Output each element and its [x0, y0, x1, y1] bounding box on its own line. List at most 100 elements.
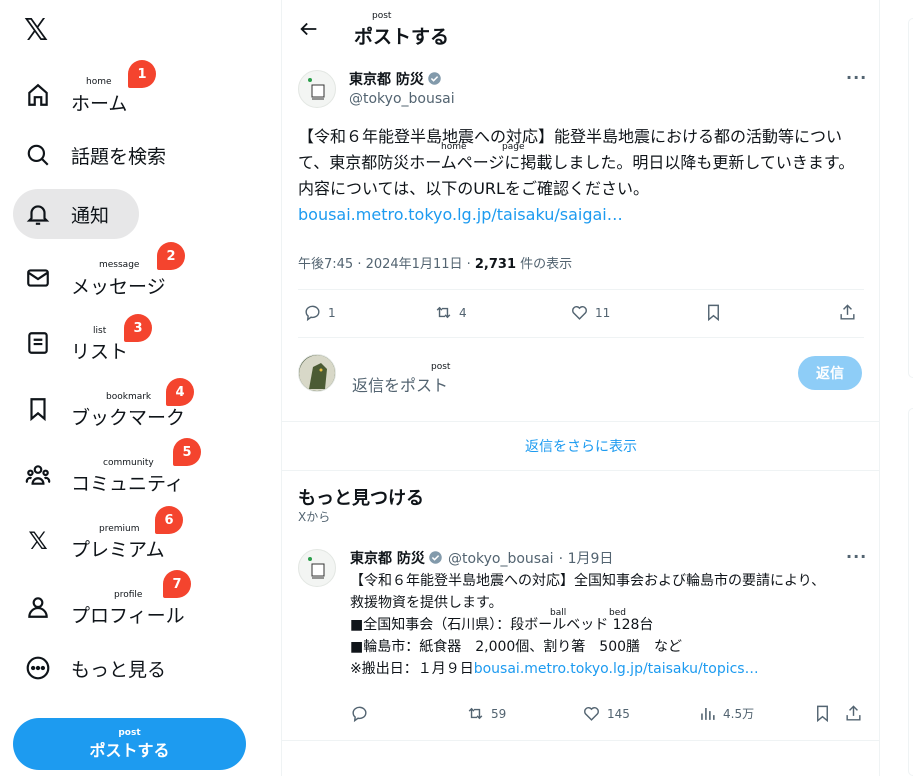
sidebar-item-home[interactable]: ホーム	[13, 70, 141, 120]
page-title: ポストする	[354, 26, 450, 48]
view-count: 2,731	[474, 257, 517, 272]
divider	[282, 421, 880, 422]
callout-badge: 4	[166, 378, 194, 406]
tweet-meta: 午後7:45 · 2024年1月11日 · 2,731 件の表示	[298, 253, 572, 272]
more-options-icon[interactable]: ···	[846, 70, 866, 90]
divider	[282, 740, 880, 741]
sidebar-item-label: ホーム	[71, 92, 128, 115]
sidebar-item-label: 話題を検索	[71, 145, 167, 168]
ruby-annotation: post	[431, 362, 451, 372]
bell-icon	[25, 201, 51, 227]
more-options-icon[interactable]: ···	[846, 549, 866, 569]
post-button-label: ポストする	[89, 741, 170, 760]
sidebar-item-messages[interactable]: メッセージ	[13, 253, 180, 303]
repost-button[interactable]: 4	[434, 303, 467, 322]
bookmark-button[interactable]	[704, 303, 723, 322]
post-button[interactable]: post ポストする	[13, 718, 246, 770]
ruby-annotation: bed	[609, 608, 626, 618]
more-circle-icon	[25, 655, 51, 681]
tweet-body: 【令和６年能登半島地震への対応】能登半島地震における都の活動等について、東京都防…	[298, 127, 855, 198]
callout-badge: 3	[124, 314, 152, 342]
handle: @tokyo_bousai	[447, 551, 554, 567]
list-icon	[25, 330, 51, 356]
x-premium-icon: 𝕏	[28, 527, 48, 555]
reply-button[interactable]	[350, 704, 369, 723]
person-icon	[25, 594, 51, 620]
timestamp[interactable]: 午後7:45 · 2024年1月11日 ·	[298, 257, 475, 272]
avatar[interactable]	[298, 70, 336, 108]
repost-button[interactable]: 59	[466, 704, 506, 723]
divider	[298, 289, 864, 290]
mail-icon	[25, 265, 51, 291]
tweet-line-text: ※搬出日：１月９日	[350, 661, 474, 677]
header-bar: post ポストする	[282, 0, 880, 60]
avatar[interactable]	[298, 549, 336, 587]
callout-badge: 1	[128, 60, 156, 88]
sidebar-item-label: リスト	[71, 340, 129, 363]
reply-icon	[352, 706, 367, 723]
ruby-annotation: ball	[550, 608, 567, 618]
show-more-replies-link[interactable]: 返信をさらに表示	[282, 436, 880, 456]
views-button[interactable]: 4.5万	[698, 704, 754, 723]
search-icon	[25, 142, 51, 168]
x-logo-icon[interactable]: 𝕏	[24, 16, 54, 46]
tweet-line: 【令和６年能登半島地震への対応】全国知事会および輪島市の要請により、	[350, 573, 826, 589]
reply-submit-button[interactable]: 返信	[798, 356, 862, 390]
sidebar-item-notifications[interactable]: 通知	[13, 189, 139, 239]
ruby-annotation: home	[441, 142, 467, 152]
callout-badge: 5	[173, 438, 201, 466]
sidebar-item-label: コミュニティ	[71, 472, 184, 495]
tweet-link[interactable]: bousai.metro.tokyo.lg.jp/taisaku/saigai…	[298, 205, 623, 224]
sidebar-item-label: プレミアム	[71, 538, 165, 561]
tweet-text: 【令和６年能登半島地震への対応】全国知事会および輪島市の要請により、 救援物資を…	[350, 570, 870, 680]
ruby-annotation: page	[502, 142, 525, 152]
share-button[interactable]	[844, 704, 863, 723]
heart-icon	[584, 707, 599, 721]
sidebar-item-more[interactable]: もっと見る	[13, 643, 180, 693]
like-button[interactable]: 145	[582, 704, 630, 723]
repost-count: 4	[459, 305, 467, 320]
bookmark-button[interactable]	[813, 704, 832, 723]
callout-badge: 6	[155, 506, 183, 534]
reply-button[interactable]: 1	[303, 303, 336, 322]
divider	[282, 470, 880, 471]
ruby-annotation: post	[118, 728, 141, 738]
ruby-annotation: message	[99, 260, 140, 270]
reply-count: 1	[328, 305, 336, 320]
section-subtitle: Xから	[298, 510, 331, 524]
section-title: もっと見つける	[298, 488, 424, 509]
ruby-annotation: post	[372, 11, 392, 21]
right-sidebar-card	[908, 408, 913, 776]
sidebar: 𝕏 ホーム home 1 話題を検索 通知 メッセージ message 2 リス…	[0, 0, 281, 776]
share-button[interactable]	[838, 303, 857, 322]
sidebar-item-premium[interactable]: 𝕏 プレミアム	[13, 516, 179, 566]
main-column: post ポストする 東京都 防災 @tokyo_bousai ··· 【令和６…	[281, 0, 880, 776]
sidebar-item-lists[interactable]: リスト	[13, 318, 142, 368]
tweet-author[interactable]: 東京都 防災	[349, 69, 442, 89]
bookmark-icon	[25, 396, 51, 422]
reply-input[interactable]: 返信をポスト	[352, 372, 448, 396]
tweet-link[interactable]: bousai.metro.tokyo.lg.jp/taisaku/topics…	[474, 661, 759, 677]
sidebar-item-label: ブックマーク	[71, 406, 186, 429]
callout-badge: 7	[163, 570, 191, 598]
back-arrow-icon[interactable]	[298, 18, 320, 40]
sidebar-item-label: もっと見る	[71, 658, 167, 681]
handle[interactable]: @tokyo_bousai	[349, 91, 455, 107]
tweet-author[interactable]: 東京都 防災 @tokyo_bousai · 1月9日	[350, 548, 613, 568]
repost-count: 59	[491, 706, 507, 721]
tweet-text: 【令和６年能登半島地震への対応】能登半島地震における都の活動等について、東京都防…	[298, 124, 864, 228]
tweet-line: ■輪島市：紙食器 2,000個、割り箸 500膳 など	[350, 639, 683, 655]
right-sidebar-card	[908, 18, 913, 378]
user-avatar[interactable]	[298, 354, 336, 392]
bookmark-icon	[817, 705, 828, 723]
display-name: 東京都 防災	[349, 72, 424, 88]
reply-icon	[305, 305, 320, 322]
tweet-date: · 1月9日	[558, 551, 614, 567]
analytics-icon	[701, 707, 715, 720]
ruby-annotation: premium	[99, 524, 140, 534]
sidebar-item-explore[interactable]: 話題を検索	[13, 130, 180, 180]
share-icon	[846, 705, 861, 721]
tweet-line: ※搬出日：１月９日bousai.metro.tokyo.lg.jp/taisak…	[350, 658, 870, 680]
like-button[interactable]: 11	[570, 303, 610, 322]
like-count: 11	[595, 305, 611, 320]
